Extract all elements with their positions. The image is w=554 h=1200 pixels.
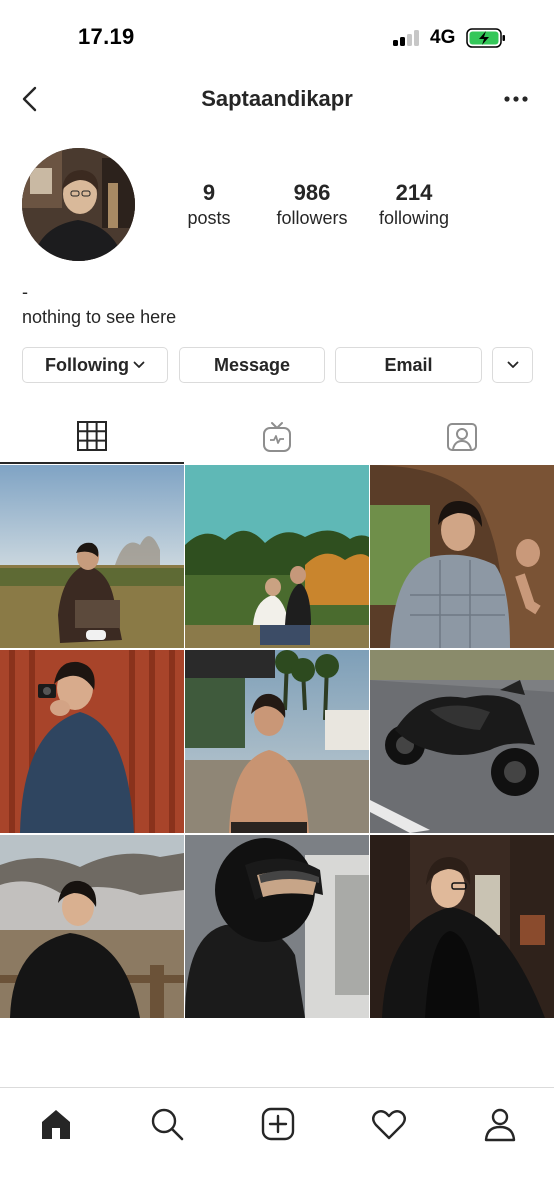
signal-icon <box>393 30 423 46</box>
message-button[interactable]: Message <box>179 347 325 383</box>
stat-followers[interactable]: 986 followers <box>266 180 358 230</box>
post-photo <box>370 465 554 648</box>
post-thumbnail[interactable] <box>370 835 554 1018</box>
profile-icon <box>484 1108 516 1142</box>
stat-following[interactable]: 214 following <box>370 180 458 230</box>
activity-heart-icon <box>372 1110 406 1140</box>
bottom-navigation <box>0 1087 554 1200</box>
suggested-accounts-button[interactable] <box>492 347 533 383</box>
battery-charging-icon <box>466 28 505 48</box>
nav-new-post[interactable] <box>258 1104 298 1144</box>
following-label: following <box>378 208 450 228</box>
avatar-photo <box>22 148 135 261</box>
post-thumbnail[interactable] <box>0 835 184 1018</box>
post-photo <box>0 465 184 648</box>
nav-home[interactable] <box>36 1104 76 1144</box>
nav-activity[interactable] <box>369 1104 409 1144</box>
profile-screen: 17.19 4G Saptaandikapr 9 posts 986 follo… <box>0 0 554 1200</box>
status-time: 17.19 <box>78 24 135 49</box>
post-thumbnail[interactable] <box>0 465 184 648</box>
bio-name: - <box>22 282 28 302</box>
post-photo <box>185 465 369 648</box>
profile-avatar[interactable] <box>22 148 135 261</box>
followers-label: followers <box>276 208 348 228</box>
post-thumbnail[interactable] <box>370 465 554 648</box>
message-button-label: Message <box>213 354 291 375</box>
post-thumbnail[interactable] <box>185 835 369 1018</box>
nav-search[interactable] <box>147 1104 187 1144</box>
posts-label: posts <box>187 208 231 228</box>
post-photo <box>185 835 369 1018</box>
post-photo <box>185 650 369 833</box>
post-photo <box>0 835 184 1018</box>
profile-username: Saptaandikapr <box>201 86 353 111</box>
post-photo <box>370 835 554 1018</box>
tab-posts-grid[interactable] <box>0 410 184 464</box>
search-icon <box>151 1108 184 1141</box>
stat-posts[interactable]: 9 posts <box>179 180 239 230</box>
following-count: 214 <box>395 180 433 205</box>
network-type: 4G <box>430 27 456 48</box>
more-options-icon[interactable] <box>500 82 532 116</box>
igtv-icon <box>263 422 291 452</box>
following-button[interactable]: Following <box>22 347 168 383</box>
post-photo <box>370 650 554 833</box>
email-button-label: Email <box>384 354 433 375</box>
new-post-icon <box>261 1107 295 1141</box>
home-icon <box>42 1110 70 1139</box>
profile-header: Saptaandikapr <box>0 76 554 122</box>
tagged-icon <box>447 423 477 451</box>
post-photo <box>0 650 184 833</box>
email-button[interactable]: Email <box>335 347 482 383</box>
post-thumbnail[interactable] <box>370 650 554 833</box>
posts-count: 9 <box>202 180 216 205</box>
following-button-label: Following <box>45 354 129 375</box>
post-thumbnail[interactable] <box>185 650 369 833</box>
profile-tabs <box>0 410 554 464</box>
tab-tagged[interactable] <box>370 410 554 464</box>
nav-profile[interactable] <box>480 1104 520 1144</box>
post-thumbnail[interactable] <box>185 465 369 648</box>
bio-text: nothing to see here <box>22 307 177 327</box>
followers-count: 986 <box>293 180 331 205</box>
status-bar: 17.19 4G <box>0 0 554 76</box>
tab-igtv[interactable] <box>185 410 369 464</box>
grid-icon <box>77 421 107 451</box>
chevron-down-icon <box>133 361 145 368</box>
post-thumbnail[interactable] <box>0 650 184 833</box>
chevron-down-icon <box>507 361 518 368</box>
